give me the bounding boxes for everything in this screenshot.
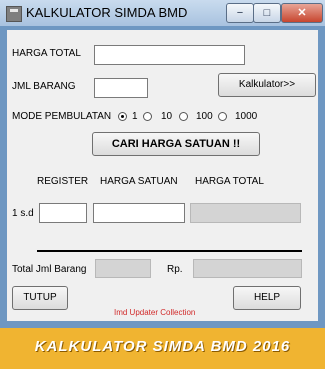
banner-title: KALKULATOR SIMDA BMD 2016 bbox=[34, 338, 291, 355]
divider-line bbox=[37, 250, 302, 252]
harga-total-label: HARGA TOTAL bbox=[12, 48, 81, 59]
window-title: KALKULATOR SIMDA BMD bbox=[26, 5, 188, 20]
app-icon bbox=[6, 6, 22, 22]
mode-radio-1[interactable] bbox=[118, 112, 127, 121]
harga-total-input[interactable] bbox=[94, 45, 245, 65]
total-jml-barang-output bbox=[95, 259, 151, 278]
close-icon[interactable]: ✕ bbox=[281, 3, 323, 23]
register-header: REGISTER bbox=[37, 176, 89, 187]
register-input[interactable] bbox=[39, 203, 87, 223]
mode-radio-100[interactable] bbox=[179, 112, 188, 121]
harga-total-header: HARGA TOTAL bbox=[195, 176, 264, 187]
rp-label: Rp. bbox=[167, 264, 183, 275]
maximize-icon[interactable]: □ bbox=[253, 3, 281, 23]
cari-harga-satuan-button[interactable]: CARI HARGA SATUAN !! bbox=[92, 132, 260, 156]
watermark-text: Imd Updater Collection bbox=[114, 308, 196, 317]
mode-option-100-label: 100 bbox=[196, 111, 213, 122]
mode-radio-1000[interactable] bbox=[218, 112, 227, 121]
mode-pembulatan-label: MODE PEMBULATAN bbox=[12, 111, 112, 122]
rp-output bbox=[193, 259, 302, 278]
harga-satuan-input[interactable] bbox=[93, 203, 185, 223]
mode-option-1000-label: 1000 bbox=[235, 111, 258, 122]
mode-option-1-label: 1 bbox=[132, 111, 138, 122]
harga-satuan-header: HARGA SATUAN bbox=[100, 176, 178, 187]
jml-barang-label: JML BARANG bbox=[12, 81, 76, 92]
total-jml-barang-label: Total Jml Barang bbox=[12, 264, 87, 275]
minimize-icon[interactable]: − bbox=[226, 3, 254, 23]
harga-total-output bbox=[190, 203, 301, 223]
help-button[interactable]: HELP bbox=[233, 286, 301, 310]
jml-barang-input[interactable] bbox=[94, 78, 148, 98]
title-bar: KALKULATOR SIMDA BMD − □ ✕ bbox=[0, 0, 325, 26]
kalkulator-button[interactable]: Kalkulator>> bbox=[218, 73, 316, 97]
range-label: 1 s.d bbox=[12, 208, 34, 219]
form-panel: HARGA TOTAL JML BARANG Kalkulator>> MODE… bbox=[7, 30, 318, 321]
mode-option-10-label: 10 bbox=[161, 111, 173, 122]
mode-radio-10[interactable] bbox=[143, 112, 152, 121]
tutup-button[interactable]: TUTUP bbox=[12, 286, 68, 310]
app-window: KALKULATOR SIMDA BMD − □ ✕ HARGA TOTAL J… bbox=[0, 0, 325, 328]
